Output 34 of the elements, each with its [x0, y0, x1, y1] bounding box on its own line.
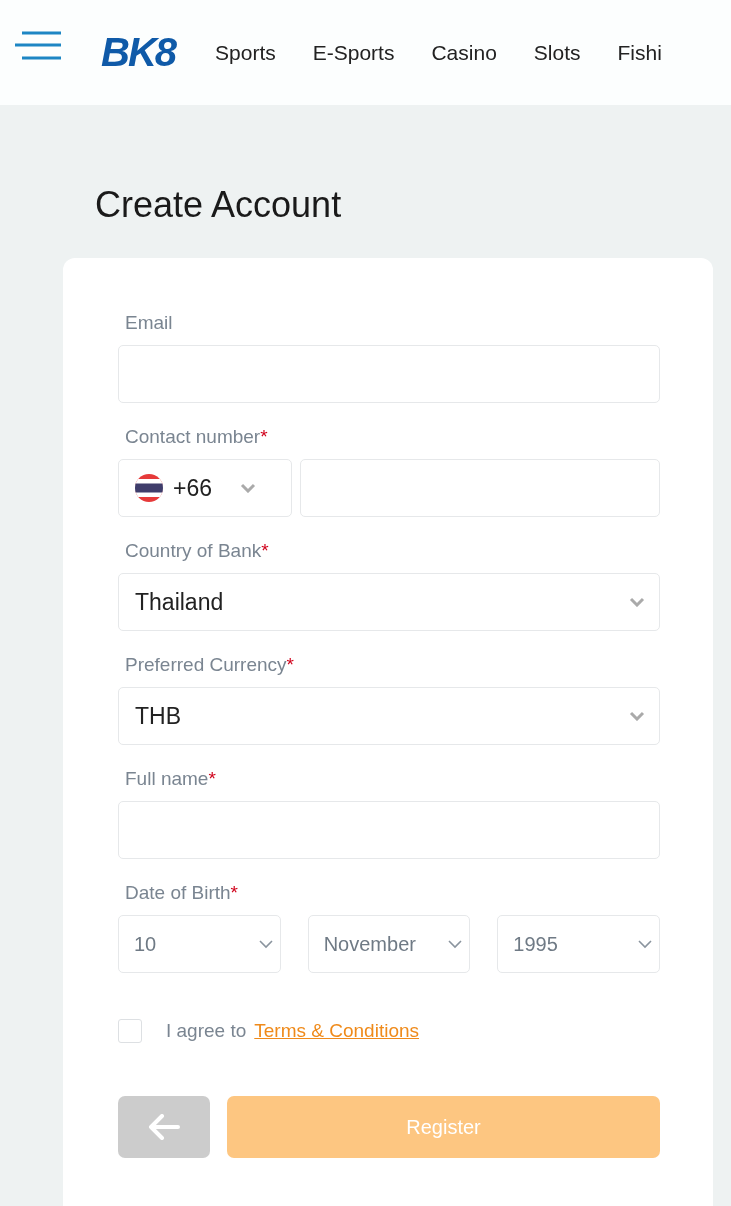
- date-select[interactable]: November: [307, 915, 471, 973]
- nav-link[interactable]: Fishi: [617, 40, 662, 65]
- page-title: Create Account: [95, 185, 343, 225]
- nav-link[interactable]: Slots: [533, 40, 581, 65]
- flag-icon: [135, 474, 163, 502]
- field-label: Country of Bank*: [125, 539, 270, 563]
- chevron-down-icon: [258, 939, 273, 949]
- chevron-down-icon: [629, 597, 645, 607]
- logo[interactable]: BK8: [101, 30, 176, 75]
- field-label: Full name*: [125, 767, 217, 791]
- chevron-down-icon: [240, 483, 256, 493]
- country-code-select[interactable]: +66: [118, 459, 292, 517]
- agree-text: I agree to: [166, 1020, 247, 1042]
- select-field[interactable]: THB: [118, 687, 660, 745]
- chevron-down-icon: [448, 939, 463, 949]
- nav-link[interactable]: Sports: [215, 40, 276, 65]
- nav-link[interactable]: Casino: [431, 40, 497, 65]
- back-button[interactable]: [118, 1096, 210, 1158]
- chevron-down-icon: [638, 939, 652, 949]
- arrow-left-icon: [148, 1114, 180, 1140]
- chevron-down-icon: [629, 711, 645, 721]
- date-select[interactable]: 1995: [497, 915, 660, 973]
- menu-icon[interactable]: [15, 30, 63, 61]
- date-select[interactable]: 10: [118, 915, 281, 973]
- select-field[interactable]: Thailand: [118, 573, 660, 631]
- field-label: Email: [125, 311, 174, 335]
- checkbox[interactable]: [118, 1019, 142, 1043]
- field-label: Date of Birth*: [125, 881, 239, 905]
- input-field[interactable]: [118, 801, 660, 859]
- phone-input[interactable]: [300, 459, 660, 517]
- nav-link[interactable]: E-Sports: [312, 40, 395, 65]
- input-field[interactable]: [118, 345, 660, 403]
- field-label: Contact number*: [125, 425, 269, 449]
- field-label: Preferred Currency*: [125, 653, 295, 677]
